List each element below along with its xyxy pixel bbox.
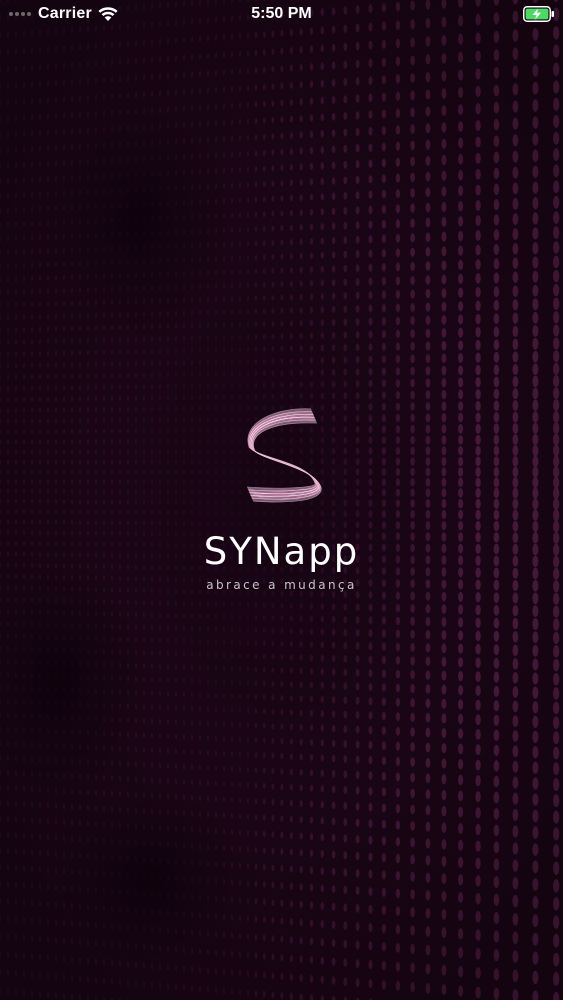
status-bar: Carrier 5:50 PM: [0, 0, 563, 28]
app-name: SYNapp: [203, 530, 360, 573]
brand-block: SYNapp abrace a mudança: [0, 405, 563, 593]
app-tagline: abrace a mudança: [206, 578, 357, 592]
splash-screen: Carrier 5:50 PM SYNapp abrace a mudança: [0, 0, 563, 1000]
synapp-wave-logo-icon: [246, 408, 321, 503]
status-time: 5:50 PM: [251, 5, 312, 22]
battery-charging-icon: [523, 6, 554, 22]
